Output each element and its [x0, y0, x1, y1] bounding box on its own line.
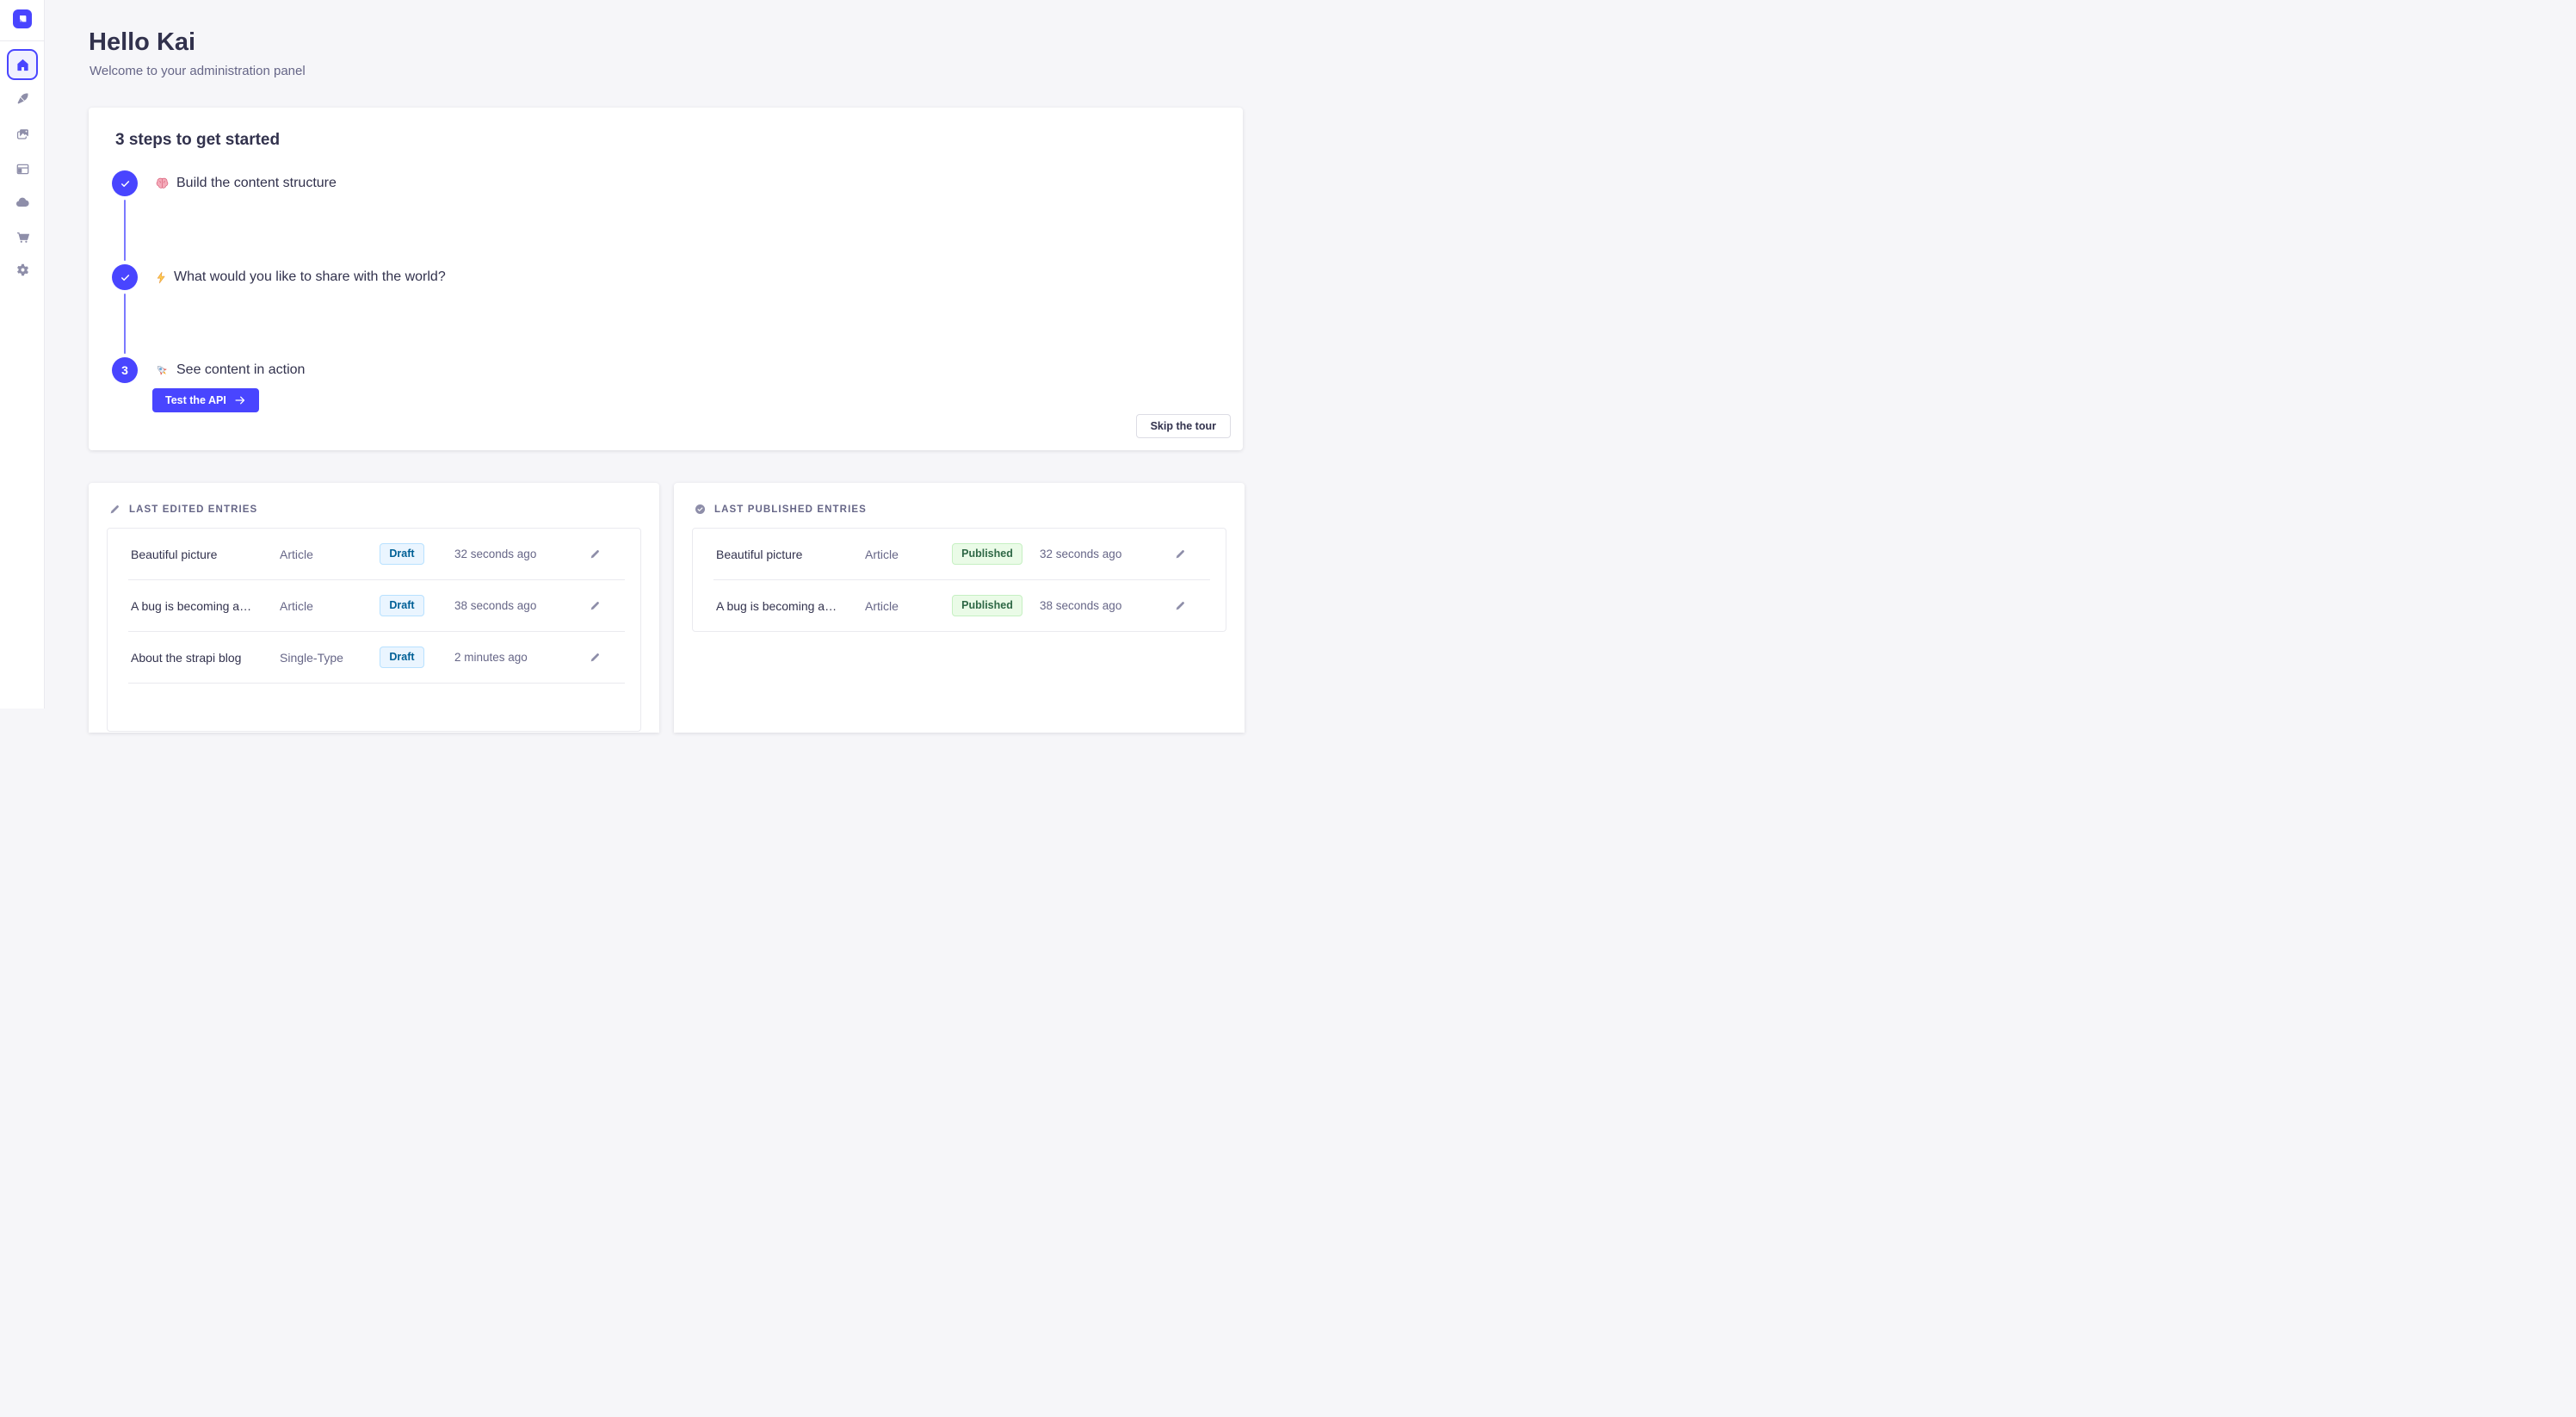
step-2-indicator — [112, 264, 138, 290]
sidebar-item-content-manager[interactable] — [7, 153, 38, 184]
entry-title: Beautiful picture — [693, 548, 865, 561]
entry-type: Article — [865, 548, 935, 561]
sidebar-item-content-type-builder[interactable] — [7, 83, 38, 114]
layout-icon — [15, 162, 30, 176]
zap-emoji — [155, 271, 167, 284]
cart-icon — [15, 230, 30, 244]
status-badge: Draft — [380, 647, 423, 668]
entry-time: 32 seconds ago — [1040, 548, 1152, 560]
entry-title: A bug is becoming a… — [693, 599, 865, 613]
sidebar — [0, 0, 45, 708]
step-3-indicator: 3 — [112, 357, 138, 383]
main-content: Hello Kai Welcome to your administration… — [45, 0, 1288, 708]
edit-entry-button[interactable] — [1169, 595, 1191, 617]
pencil-icon — [1175, 600, 1186, 611]
table-row: About the strapi blog Single-Type Draft … — [108, 632, 640, 683]
arrow-right-icon — [234, 394, 246, 406]
step-connector — [124, 294, 126, 354]
pencil-icon — [590, 548, 601, 560]
strapi-logo-icon — [13, 9, 32, 28]
status-badge: Draft — [380, 543, 423, 565]
entry-type: Article — [280, 599, 349, 613]
feather-icon — [15, 91, 30, 106]
status-badge: Published — [952, 543, 1022, 565]
entry-time: 38 seconds ago — [454, 599, 566, 612]
status-badge: Draft — [380, 595, 423, 616]
entry-time: 2 minutes ago — [454, 651, 566, 664]
rocket-emoji — [155, 363, 170, 378]
last-edited-table: Beautiful picture Article Draft 32 secon… — [107, 528, 641, 732]
edit-entry-button[interactable] — [584, 595, 606, 617]
cloud-icon — [15, 195, 30, 210]
sidebar-item-settings[interactable] — [7, 254, 38, 285]
sidebar-item-marketplace[interactable] — [7, 221, 38, 252]
sidebar-divider — [0, 40, 44, 41]
edit-entry-button[interactable] — [1169, 543, 1191, 566]
table-row: A bug is becoming a… Article Published 3… — [693, 580, 1226, 631]
table-row: Beautiful picture Article Published 32 s… — [693, 529, 1226, 579]
onboarding-card: 3 steps to get started Build the content… — [89, 108, 1243, 450]
last-published-header: LAST PUBLISHED ENTRIES — [695, 504, 867, 515]
check-icon — [119, 271, 132, 284]
brain-emoji — [155, 176, 170, 191]
step-2-label: What would you like to share with the wo… — [155, 268, 446, 287]
status-badge: Published — [952, 595, 1022, 616]
step-3-number: 3 — [121, 363, 128, 377]
entry-title: A bug is becoming a… — [108, 599, 280, 613]
strapi-logo[interactable] — [13, 9, 32, 28]
last-published-entries-card: LAST PUBLISHED ENTRIES Beautiful picture… — [674, 483, 1245, 733]
pencil-icon — [1175, 548, 1186, 560]
entry-time: 32 seconds ago — [454, 548, 566, 560]
step-connector — [124, 200, 126, 261]
edit-entry-button[interactable] — [584, 543, 606, 566]
step-1-indicator — [112, 170, 138, 196]
home-icon — [15, 58, 30, 72]
page-title: Hello Kai — [89, 28, 195, 57]
last-published-table: Beautiful picture Article Published 32 s… — [692, 528, 1226, 632]
page-subtitle: Welcome to your administration panel — [90, 64, 306, 78]
pencil-icon — [590, 652, 601, 663]
media-library-icon — [15, 127, 30, 141]
entry-type: Single-Type — [280, 651, 349, 665]
entry-title: Beautiful picture — [108, 548, 280, 561]
pencil-icon — [109, 504, 120, 515]
last-edited-entries-card: LAST EDITED ENTRIES Beautiful picture Ar… — [89, 483, 659, 733]
step-1-label: Build the content structure — [155, 174, 337, 193]
edit-entry-button[interactable] — [584, 647, 606, 669]
onboarding-title: 3 steps to get started — [115, 131, 280, 150]
entry-time: 38 seconds ago — [1040, 599, 1152, 612]
last-edited-header: LAST EDITED ENTRIES — [109, 504, 257, 515]
gear-icon — [15, 263, 30, 277]
pencil-icon — [590, 600, 601, 611]
entry-title: About the strapi blog — [108, 651, 280, 665]
check-icon — [119, 177, 132, 190]
skip-the-tour-button[interactable]: Skip the tour — [1136, 414, 1231, 438]
step-3-label: See content in action — [155, 361, 305, 380]
table-row: A bug is becoming a… Article Draft 38 se… — [108, 580, 640, 631]
sidebar-item-home[interactable] — [7, 49, 38, 80]
sidebar-item-cloud[interactable] — [7, 187, 38, 218]
entry-type: Article — [280, 548, 349, 561]
test-the-api-button[interactable]: Test the API — [152, 388, 259, 412]
entry-type: Article — [865, 599, 935, 613]
sidebar-item-media-library[interactable] — [7, 118, 38, 149]
check-circle-icon — [695, 504, 706, 515]
table-row: Beautiful picture Article Draft 32 secon… — [108, 529, 640, 579]
